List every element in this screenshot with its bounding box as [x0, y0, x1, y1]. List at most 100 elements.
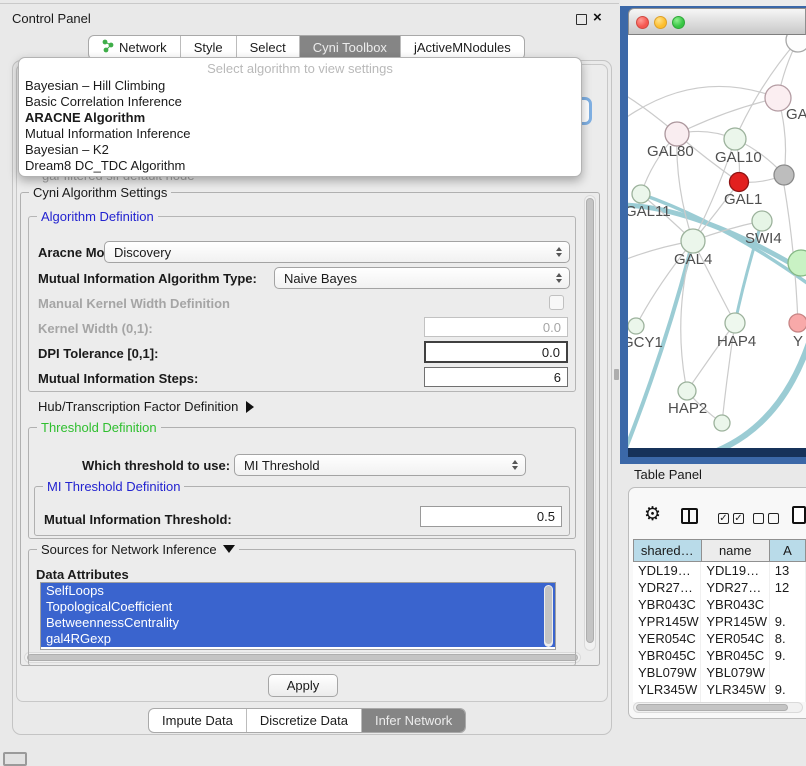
combo-arrows-icon: [552, 273, 566, 283]
algorithm-option-basic-correlation-inference[interactable]: Basic Correlation Inference: [19, 94, 581, 110]
checked-box-icon[interactable]: ✓: [733, 513, 744, 524]
hub-section-toggle[interactable]: Hub/Transcription Factor Definition: [38, 399, 254, 414]
which-threshold-combo[interactable]: MI Threshold: [234, 454, 526, 476]
checked-box-icon[interactable]: ✓: [718, 513, 729, 524]
cell-v: [770, 596, 806, 613]
algorithm-option-mutual-information-inference[interactable]: Mutual Information Inference: [19, 126, 581, 142]
network-edge[interactable]: [628, 86, 778, 119]
column-header-shared-[interactable]: shared…: [633, 539, 702, 562]
table-row[interactable]: YBR043CYBR043C: [633, 596, 806, 613]
gear-icon[interactable]: ⚙: [644, 503, 661, 526]
unchecked-box-icon[interactable]: [768, 513, 779, 524]
algorithm-option-bayesian-k2[interactable]: Bayesian – K2: [19, 142, 581, 158]
network-node-hap4[interactable]: [725, 313, 745, 333]
tab-style-label: Style: [194, 40, 223, 55]
cell-v: 13: [770, 562, 806, 579]
algorithm-definition-title: Algorithm Definition: [37, 209, 158, 224]
table-row[interactable]: YDR27…YDR27…12: [633, 579, 806, 596]
data-attributes-list: SelfLoopsTopologicalCoefficientBetweenne…: [40, 582, 556, 650]
network-node-gal10[interactable]: [724, 128, 746, 150]
settings-vscrollbar-thumb[interactable]: [586, 198, 594, 643]
network-node-swi4[interactable]: [752, 211, 772, 231]
mi-threshold-field[interactable]: 0.5: [420, 506, 562, 527]
new-table-icon[interactable]: [792, 506, 806, 524]
network-edge[interactable]: [677, 98, 778, 134]
node-label-gal10: GAL10: [715, 149, 762, 166]
network-node[interactable]: [786, 35, 806, 52]
close-traffic-light[interactable]: [636, 16, 649, 29]
algorithm-option-bayesian-hill-climbing[interactable]: Bayesian – Hill Climbing: [19, 78, 581, 94]
table-hscrollbar-thumb[interactable]: [636, 704, 788, 711]
table-body: YDL19…YDL19…13YDR27…YDR27…12YBR043CYBR04…: [633, 562, 806, 702]
network-view-canvas[interactable]: GALGAL80GAL10GAL1GAL11SWI4GAL4GCY1HAP4YH…: [628, 35, 806, 448]
network-icon: [102, 39, 114, 56]
tab-jactivemnodules[interactable]: jActiveMNodules: [400, 36, 524, 59]
algorithm-option-dream8-dc-tdc-algorithm[interactable]: Dream8 DC_TDC Algorithm: [19, 158, 581, 174]
table-row[interactable]: YBR045CYBR045C9.: [633, 647, 806, 664]
manual-kernel-checkbox[interactable]: [549, 295, 564, 310]
attribute-item-betweennesscentrality[interactable]: BetweennessCentrality: [41, 615, 555, 631]
network-node[interactable]: [774, 165, 794, 185]
attributes-vscrollbar[interactable]: [544, 585, 553, 647]
network-node-y[interactable]: [789, 314, 806, 332]
apply-button[interactable]: Apply: [268, 674, 338, 697]
sources-title-toggle[interactable]: Sources for Network Inference: [37, 542, 239, 557]
network-edge[interactable]: [712, 343, 806, 448]
settings-vscrollbar[interactable]: [584, 195, 596, 651]
manual-kernel-label: Manual Kernel Width Definition: [38, 296, 230, 311]
attribute-item-topologicalcoefficient[interactable]: TopologicalCoefficient: [41, 599, 555, 615]
cell-name: YER054C: [701, 630, 769, 647]
tab-select[interactable]: Select: [236, 36, 299, 59]
tab-infer-network[interactable]: Infer Network: [361, 709, 465, 732]
zoom-traffic-light[interactable]: [672, 16, 685, 29]
table-row[interactable]: YLR345WYLR345W9.: [633, 681, 806, 698]
cyni-mode-tabbar: Impute DataDiscretize DataInfer Network: [148, 708, 466, 733]
network-node[interactable]: [714, 415, 730, 431]
network-window-titlebar[interactable]: [628, 8, 806, 35]
panel-splitter-handle[interactable]: [614, 369, 619, 380]
network-node-hap2[interactable]: [678, 382, 696, 400]
dropdown-placeholder: Select algorithm to view settings: [19, 58, 581, 78]
mi-steps-field[interactable]: 6: [424, 367, 568, 387]
cell-name: YBR043C: [701, 596, 769, 613]
network-node-gal4[interactable]: [681, 229, 705, 253]
node-label-gal: GAL: [786, 106, 806, 123]
aracne-mode-combo[interactable]: Discovery: [104, 241, 570, 263]
algorithm-option-aracne-algorithm[interactable]: ARACNE Algorithm: [19, 110, 581, 126]
dpi-tolerance-field[interactable]: 0.0: [424, 341, 568, 363]
kernel-width-field[interactable]: 0.0: [424, 317, 568, 337]
tab-discretize-data[interactable]: Discretize Data: [246, 709, 361, 732]
tab-impute-data[interactable]: Impute Data: [149, 709, 246, 732]
cell-shared: YDR27…: [633, 579, 701, 596]
attribute-item-gal4rgexp[interactable]: gal4RGexp: [41, 631, 555, 647]
table-row[interactable]: YER054CYER054C8.: [633, 630, 806, 647]
data-attributes-label: Data Attributes: [36, 567, 129, 582]
tab-network[interactable]: Network: [89, 36, 180, 59]
network-node-gcy1[interactable]: [628, 318, 644, 334]
columns-icon[interactable]: [681, 508, 698, 524]
minimize-traffic-light[interactable]: [654, 16, 667, 29]
table-row[interactable]: YDL19…YDL19…13: [633, 562, 806, 579]
node-label-gcy1: GCY1: [628, 334, 663, 351]
unchecked-box-icon[interactable]: [753, 513, 764, 524]
aracne-mode-value: Discovery: [105, 245, 552, 260]
tab-cyni-toolbox[interactable]: Cyni Toolbox: [299, 36, 400, 59]
node-label-hap2: HAP2: [668, 400, 707, 417]
attribute-item-selfloops[interactable]: SelfLoops: [41, 583, 555, 599]
close-panel-icon[interactable]: ×: [593, 9, 602, 26]
column-header-a[interactable]: A: [770, 539, 806, 562]
mi-algorithm-type-combo[interactable]: Naive Bayes: [274, 267, 570, 289]
network-node-gal11[interactable]: [632, 185, 650, 203]
tab-style[interactable]: Style: [180, 36, 236, 59]
table-row[interactable]: YPR145WYPR145W9.: [633, 613, 806, 630]
attributes-vscrollbar-thumb[interactable]: [545, 586, 552, 644]
mi-threshold-definition-title: MI Threshold Definition: [43, 479, 184, 494]
cell-name: YBL079W: [701, 664, 769, 681]
minimized-panel-chip[interactable]: [3, 752, 27, 766]
table-hscrollbar[interactable]: [633, 702, 803, 713]
float-panel-icon[interactable]: [576, 14, 587, 25]
cell-name: YDL19…: [701, 562, 769, 579]
table-row[interactable]: YBL079WYBL079W: [633, 664, 806, 681]
column-header-name[interactable]: name: [702, 539, 770, 562]
network-node-gal1[interactable]: [730, 173, 749, 192]
